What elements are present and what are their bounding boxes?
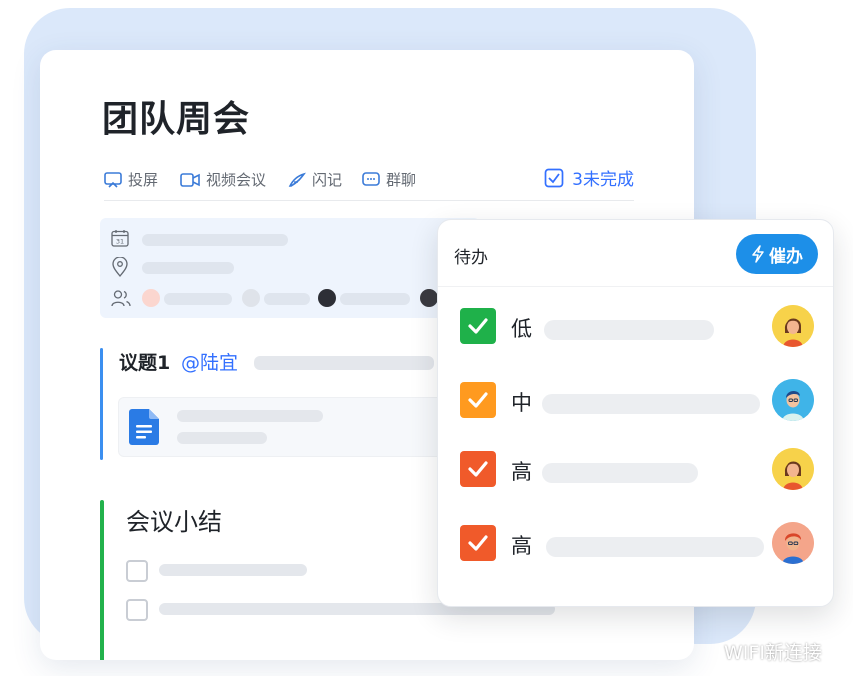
flash-notes-icon [288, 172, 306, 187]
group-chat-label: 群聊 [386, 171, 417, 189]
man-avatar-icon [772, 379, 814, 421]
todo-priority: 高 [511, 534, 532, 558]
checkmark-icon [468, 318, 488, 334]
attendee-avatar[interactable] [242, 289, 260, 307]
popup-divider [438, 286, 833, 287]
todo-priority: 高 [511, 460, 532, 484]
checkmark-icon [468, 392, 488, 408]
checkbox-checked-icon [544, 168, 564, 187]
todo-priority: 中 [511, 391, 532, 415]
group-chat-button[interactable]: 群聊 [362, 169, 416, 190]
assignee-avatar[interactable] [772, 379, 814, 421]
watermark-text: WIFI新连接 [724, 642, 822, 664]
todo-popup: 待办 催办 低 中 高 高 [437, 219, 834, 607]
screen-share-button[interactable]: 投屏 [104, 169, 158, 190]
location-placeholder [142, 262, 234, 274]
screen-cast-icon [104, 171, 122, 188]
meeting-info-box: 31 [100, 218, 480, 318]
video-camera-icon [180, 172, 200, 187]
topic-accent-bar [100, 348, 103, 460]
topic-mention[interactable]: @陆宜 [181, 348, 238, 375]
todo-text-placeholder [546, 537, 764, 557]
notes-label: 闪记 [312, 171, 343, 189]
document-meta-placeholder [177, 432, 267, 444]
document-title-placeholder [177, 410, 323, 422]
toolbar-divider [104, 200, 634, 201]
urge-button-label: 催办 [769, 246, 803, 267]
woman-avatar-icon [772, 448, 814, 490]
todo-item: 中 [438, 375, 833, 425]
meeting-toolbar: 投屏 视频会议 闪记 群聊 3未完成 [104, 168, 634, 197]
attendee-avatar[interactable] [142, 289, 160, 307]
man-avatar-icon [772, 522, 814, 564]
checkmark-icon [468, 535, 488, 551]
todo-item: 高 [438, 444, 833, 494]
date-placeholder [142, 234, 288, 246]
summary-checkbox[interactable] [126, 560, 148, 582]
summary-checkbox[interactable] [126, 599, 148, 621]
location-pin-icon [112, 257, 128, 277]
svg-text:31: 31 [116, 238, 124, 246]
chat-bubble-icon [362, 171, 380, 186]
summary-item-placeholder [159, 564, 307, 576]
woman-avatar-icon [772, 305, 814, 347]
attendee-name-placeholder [264, 293, 310, 305]
todo-checkbox-checked[interactable] [460, 525, 496, 561]
todo-text-placeholder [542, 463, 698, 483]
todo-text-placeholder [542, 394, 760, 414]
document-icon [129, 409, 159, 445]
checkmark-icon [468, 461, 488, 477]
notes-button[interactable]: 闪记 [288, 169, 342, 190]
video-call-label: 视频会议 [206, 171, 267, 189]
lightning-icon [752, 245, 764, 263]
todo-priority: 低 [511, 317, 532, 341]
todo-checkbox-checked[interactable] [460, 308, 496, 344]
pending-count-label: 3未完成 [572, 170, 634, 190]
summary-accent-bar [100, 500, 104, 660]
attached-document-card[interactable] [118, 397, 480, 457]
attendee-avatar[interactable] [420, 289, 438, 307]
assignee-avatar[interactable] [772, 448, 814, 490]
video-call-button[interactable]: 视频会议 [180, 169, 266, 190]
attendee-name-placeholder [340, 293, 410, 305]
attendee-avatar[interactable] [318, 289, 336, 307]
pending-tasks-link[interactable]: 3未完成 [544, 165, 634, 190]
todo-item: 低 [438, 301, 833, 351]
attendees-icon [111, 290, 131, 307]
todo-checkbox-checked[interactable] [460, 382, 496, 418]
todo-checkbox-checked[interactable] [460, 451, 496, 487]
calendar-icon: 31 [111, 230, 129, 247]
todo-item: 高 [438, 518, 833, 568]
page-title: 团队周会 [102, 99, 251, 140]
topic-title: 议题1 [119, 352, 171, 374]
urge-button[interactable]: 催办 [736, 234, 818, 274]
assignee-avatar[interactable] [772, 522, 814, 564]
todo-text-placeholder [544, 320, 714, 340]
topic-text-placeholder [254, 356, 434, 370]
attendee-name-placeholder [164, 293, 232, 305]
assignee-avatar[interactable] [772, 305, 814, 347]
screen-share-label: 投屏 [128, 171, 159, 189]
todo-popup-title: 待办 [454, 248, 488, 268]
summary-title: 会议小结 [126, 508, 222, 536]
